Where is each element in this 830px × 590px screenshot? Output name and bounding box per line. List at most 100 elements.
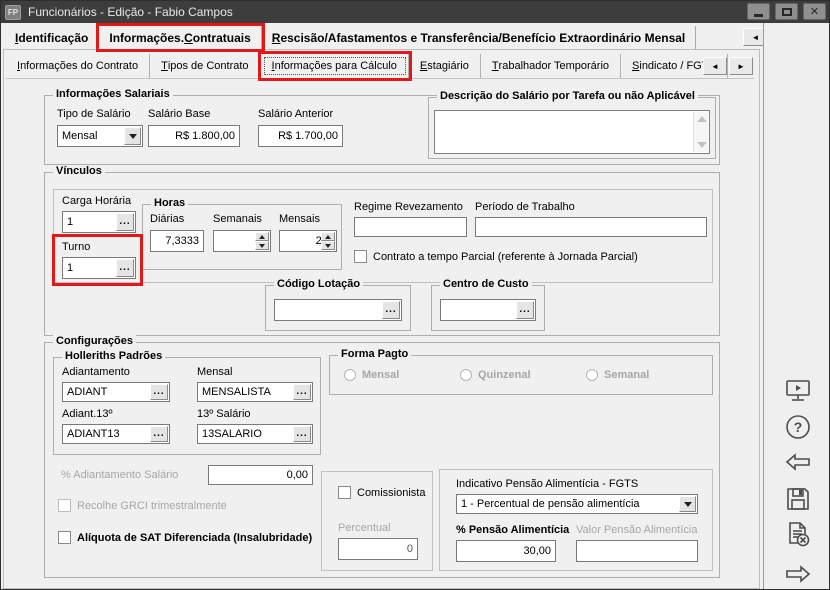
alimony-percent-label: % Pensão Alimentícia <box>456 524 569 536</box>
shift-label: Turno <box>62 241 90 253</box>
monthly-hollerith-label: Mensal <box>197 366 232 378</box>
tab-informacoes-contratuais[interactable]: Informações. Contratuais <box>99 26 261 49</box>
spin-up-icon[interactable] <box>255 232 269 241</box>
partial-contract-checkbox[interactable]: Contrato a tempo Parcial (referente à Jo… <box>354 250 638 263</box>
group-configuracoes: Configurações Holleriths Padrões Adianta… <box>44 342 720 578</box>
workload-field[interactable]: 1 ... <box>62 211 136 233</box>
sub-tab-scroll-right-icon[interactable]: ► <box>729 57 753 75</box>
spin-down-icon[interactable] <box>321 241 335 250</box>
subtab-informacoes-para-calculo[interactable]: Informações para Cálculo <box>261 54 409 78</box>
app-icon: FP <box>5 5 21 20</box>
cancel-document-icon[interactable] <box>784 521 812 549</box>
allocation-code-field[interactable]: ... <box>274 299 402 321</box>
scroll-down-icon <box>697 142 707 148</box>
window-controls: ✕ <box>747 3 826 20</box>
next-arrow-icon[interactable] <box>784 563 812 585</box>
work-period-field[interactable] <box>475 217 707 237</box>
weekly-hours-label: Semanais <box>213 213 262 225</box>
alimony-value-field <box>576 540 698 562</box>
base-salary-field[interactable]: R$ 1.800,00 <box>148 125 240 147</box>
close-button[interactable]: ✕ <box>803 3 826 20</box>
spin-down-icon[interactable] <box>255 241 269 250</box>
svg-text:?: ? <box>794 419 803 435</box>
daily-hours-label: Diárias <box>150 213 184 225</box>
salary13-field[interactable]: 13SALARIO ... <box>197 424 313 444</box>
window-title: Funcionários - Edição - Fabio Campos <box>28 5 233 19</box>
allocation-lookup-icon[interactable]: ... <box>382 301 400 319</box>
checkbox-icon <box>58 499 71 512</box>
group-label: Horas <box>151 197 188 209</box>
maximize-button[interactable] <box>775 3 798 20</box>
radio-mensal: Mensal <box>344 369 399 381</box>
shift-field[interactable]: 1 ... <box>62 257 136 279</box>
advance-label: Adiantamento <box>62 366 130 378</box>
minimize-button[interactable] <box>747 3 770 20</box>
group-centro-de-custo: Centro de Custo ... <box>431 285 545 331</box>
monthly-hours-stepper[interactable]: 220 <box>279 230 337 252</box>
checkbox-icon <box>338 486 351 499</box>
sat-checkbox[interactable]: Alíquota de SAT Diferenciada (Insalubrid… <box>58 531 312 544</box>
textarea-scrollbar[interactable] <box>693 112 708 152</box>
radio-semanal: Semanal <box>586 369 649 381</box>
group-label: Código Lotação <box>274 278 363 290</box>
minimize-icon <box>754 14 763 17</box>
subtab-informacoes-do-contrato[interactable]: Informações do Contrato <box>6 54 150 78</box>
tab-rescisao-afastamentos[interactable]: Rescisão/Afastamentos e Transferência/Be… <box>262 26 697 49</box>
salary-type-select[interactable]: Mensal <box>57 125 143 147</box>
weekly-hours-stepper[interactable]: 44 <box>213 230 271 252</box>
group-label: Configurações <box>53 335 136 347</box>
radio-quinzenal: Quinzenal <box>460 369 531 381</box>
subtab-estagiario[interactable]: Estagiário <box>409 54 481 78</box>
advance-percent-label: % Adiantamento Salário <box>61 469 178 481</box>
sub-tab-strip: Informações do Contrato Tipos de Contrat… <box>6 54 754 79</box>
subtab-tipos-de-contrato[interactable]: Tipos de Contrato <box>150 54 260 78</box>
sub-tab-scroll-left-icon[interactable]: ◄ <box>703 57 727 75</box>
advance-field[interactable]: ADIANT ... <box>62 382 170 402</box>
previous-arrow-icon[interactable] <box>784 451 812 473</box>
subtab-trabalhador-temporario[interactable]: Trabalhador Temporário <box>481 54 621 78</box>
close-icon: ✕ <box>810 5 819 18</box>
cost-center-field[interactable]: ... <box>440 299 536 321</box>
tab-page: Informações do Contrato Tipos de Contrat… <box>3 49 760 589</box>
grci-checkbox: Recolhe GRCI trimestralmente <box>58 499 227 512</box>
shift-regime-label: Regime Revezamento <box>354 201 463 213</box>
dropdown-arrow-icon[interactable] <box>679 496 696 512</box>
shift-regime-field[interactable] <box>354 217 467 237</box>
alimony-percent-field[interactable]: 30,00 <box>456 540 556 562</box>
advance13-field[interactable]: ADIANT13 ... <box>62 424 170 444</box>
monthly-hollerith-field[interactable]: MENSALISTA ... <box>197 382 313 402</box>
salary-type-label: Tipo de Salário <box>57 108 131 120</box>
monthly-lookup-icon[interactable]: ... <box>293 384 311 400</box>
monthly-spinner <box>321 232 335 250</box>
spin-up-icon[interactable] <box>321 232 335 241</box>
advance-lookup-icon[interactable]: ... <box>150 384 168 400</box>
workload-lookup-icon[interactable]: ... <box>116 213 134 231</box>
advance13-lookup-icon[interactable]: ... <box>150 426 168 442</box>
save-icon[interactable] <box>784 485 812 513</box>
checkbox-icon <box>58 531 71 544</box>
panel-comissionista: Comissionista Percentual 0 <box>321 471 433 571</box>
previous-salary-label: Salário Anterior <box>258 108 333 120</box>
weekly-spinner <box>255 232 269 250</box>
cost-center-lookup-icon[interactable]: ... <box>516 301 534 319</box>
tab-identificacao[interactable]: Identificação <box>5 26 99 49</box>
salary13-lookup-icon[interactable]: ... <box>293 426 311 442</box>
group-vinculos: Vínculos Carga Horária 1 ... Turno 1 ...… <box>44 172 720 336</box>
daily-hours-field[interactable]: 7,3333 <box>150 230 204 252</box>
workload-label: Carga Horária <box>62 195 131 207</box>
percentual-field: 0 <box>338 538 418 560</box>
salary-description-textarea[interactable] <box>434 110 710 154</box>
previous-salary-field[interactable]: R$ 1.700,00 <box>258 125 343 147</box>
group-codigo-lotacao: Código Lotação ... <box>265 285 411 331</box>
shift-lookup-icon[interactable]: ... <box>116 259 134 277</box>
video-tutorial-icon[interactable] <box>784 377 812 405</box>
dropdown-arrow-icon[interactable] <box>124 127 141 145</box>
advance13-label: Adiant.13º <box>62 408 113 420</box>
group-label: Descrição do Salário por Tarefa ou não A… <box>437 90 698 102</box>
comissionista-checkbox[interactable]: Comissionista <box>338 486 425 499</box>
group-descricao-salario: Descrição do Salário por Tarefa ou não A… <box>428 97 716 159</box>
help-icon[interactable]: ? <box>784 413 812 441</box>
checkbox-icon <box>354 250 367 263</box>
monthly-hours-label: Mensais <box>279 213 320 225</box>
alimony-indicator-select[interactable]: 1 - Percentual de pensão alimentícia <box>456 494 698 514</box>
